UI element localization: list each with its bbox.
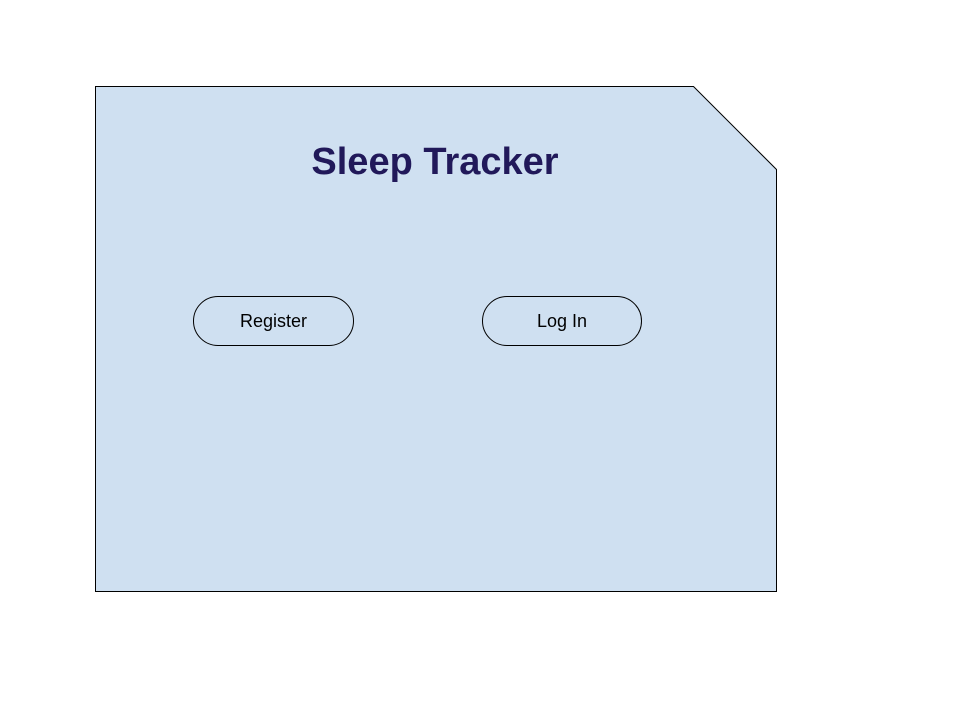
page-title: Sleep Tracker (311, 141, 559, 183)
login-button[interactable]: Log In (482, 296, 642, 346)
register-button[interactable]: Register (193, 296, 354, 346)
main-panel (95, 86, 777, 592)
register-button-label: Register (239, 310, 308, 331)
login-button-label: Log In (536, 310, 588, 331)
screen: Sleep Tracker Register Log In (0, 0, 960, 720)
